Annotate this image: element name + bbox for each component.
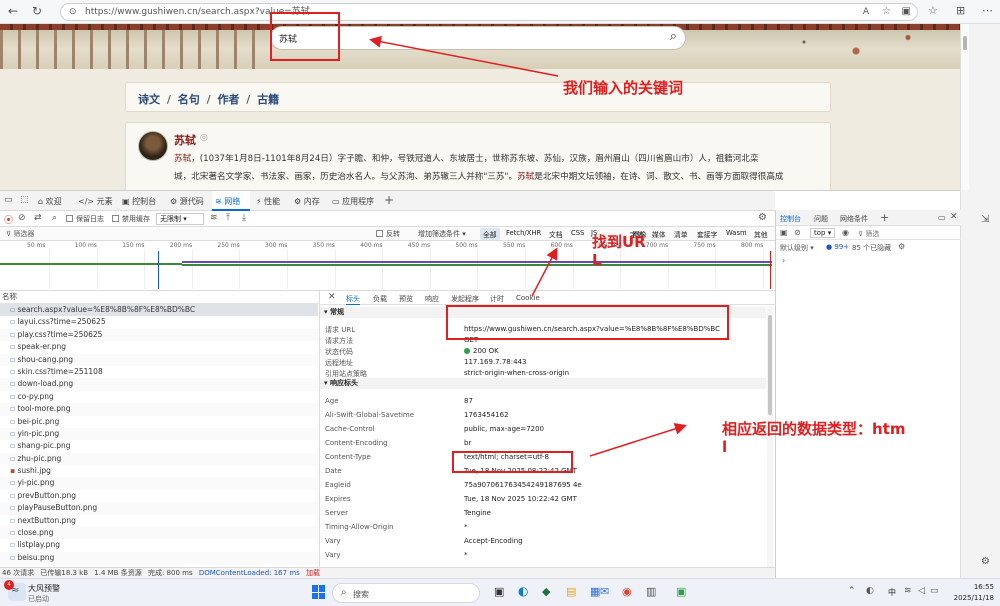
arrow-to-content-type — [589, 423, 687, 457]
annotation-arrows — [369, 35, 687, 457]
arrow-to-keyword — [369, 35, 559, 77]
annotation-find-url-line2: L — [592, 251, 602, 269]
annotation-content-type-line1: 相应返回的数据类型：htm — [722, 420, 906, 438]
annotation-content-type-line2: l — [722, 438, 728, 456]
arrow-to-url — [531, 247, 558, 297]
annotation-find-url-line1: 找到UR — [592, 233, 646, 251]
annotation-keyword-label: 我们输入的关键词 — [563, 79, 684, 97]
